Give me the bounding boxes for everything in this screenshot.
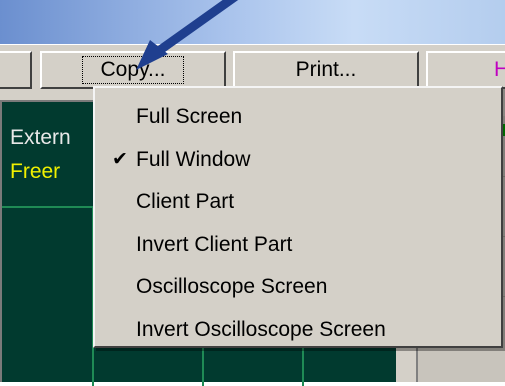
checkmark-icon: ✔ xyxy=(112,148,128,170)
top-banner xyxy=(0,0,505,44)
print-button[interactable]: Print... xyxy=(233,51,419,89)
trigger-mode-label: Freer xyxy=(10,160,61,183)
menu-item-label: Oscilloscope Screen xyxy=(136,275,328,299)
menu-item-invert-oscilloscope-screen[interactable]: Invert Oscilloscope Screen xyxy=(95,309,501,352)
menu-item-label: Invert Client Part xyxy=(136,232,293,256)
partial-button-label: H xyxy=(494,58,505,81)
copy-dropdown-menu: Full Screen ✔ Full Window Client Part In… xyxy=(93,86,503,348)
toolbar-button-partial-left[interactable] xyxy=(0,51,32,89)
menu-item-oscilloscope-screen[interactable]: Oscilloscope Screen xyxy=(95,266,501,309)
trigger-source-label: Extern xyxy=(10,126,71,149)
menu-item-label: Full Screen xyxy=(136,105,243,128)
copy-button-label: Copy... xyxy=(81,56,185,84)
menu-item-label: Client Part xyxy=(136,190,235,214)
menu-item-client-part[interactable]: Client Part xyxy=(95,181,501,224)
print-button-label: Print... xyxy=(295,58,357,81)
copy-button[interactable]: Copy... xyxy=(40,51,226,89)
menu-item-full-screen[interactable]: Full Screen xyxy=(95,96,501,139)
menu-item-invert-client-part[interactable]: Invert Client Part xyxy=(95,224,501,267)
menu-item-label: Invert Oscilloscope Screen xyxy=(136,317,386,341)
toolbar-button-partial-right[interactable]: H xyxy=(426,51,505,89)
menu-item-label: Full Window xyxy=(136,147,251,171)
menu-item-full-window[interactable]: ✔ Full Window xyxy=(95,139,501,182)
